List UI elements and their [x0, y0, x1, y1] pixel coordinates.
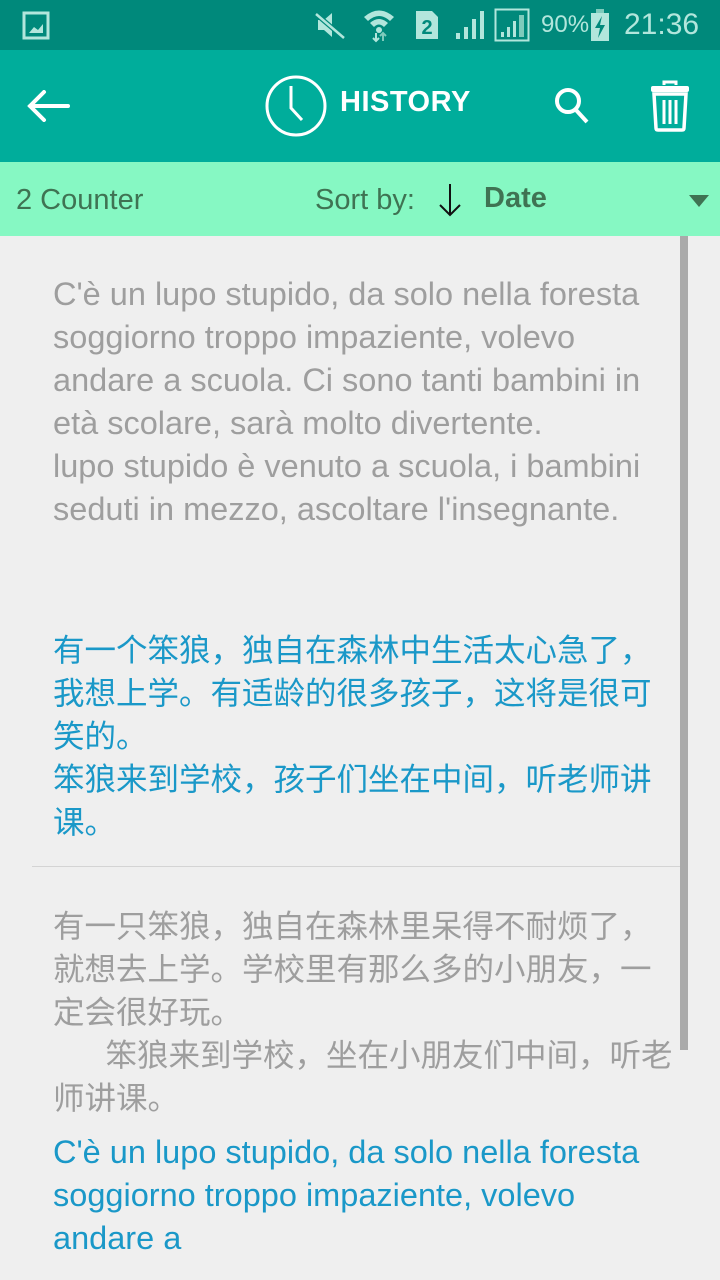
signal-icon — [454, 0, 488, 50]
triangle-down-icon — [689, 195, 709, 207]
signal-icon-2 — [494, 0, 530, 50]
gallery-icon — [22, 0, 50, 50]
page-title: HISTORY — [340, 86, 471, 118]
source-text: C'è un lupo stupido, da solo nella fores… — [53, 276, 641, 527]
sort-value: Date — [484, 182, 547, 214]
scrollbar[interactable] — [680, 236, 688, 1050]
history-item[interactable]: C'è un lupo stupido, da solo nella fores… — [0, 236, 688, 867]
battery-charging-icon — [590, 0, 610, 50]
svg-text:2: 2 — [421, 17, 432, 39]
back-button[interactable] — [20, 78, 76, 134]
source-text: 有一只笨狼，独自在森林里呆得不耐烦了，就想去上学。学校里有那么多的小朋友，一定会… — [53, 908, 673, 1116]
search-button[interactable] — [546, 78, 598, 134]
delete-button[interactable] — [642, 76, 698, 136]
sort-direction-button[interactable] — [436, 182, 464, 223]
history-list[interactable]: C'è un lupo stupido, da solo nella fores… — [0, 236, 720, 1280]
sort-label: Sort by: — [315, 184, 415, 216]
mute-icon — [314, 0, 346, 50]
clock-icon — [264, 74, 328, 138]
sort-bar: 2 Counter Sort by: Date — [0, 162, 720, 236]
trash-icon — [651, 80, 689, 132]
translation-text: 有一个笨狼，独自在森林中生活太心急了，我想上学。有适龄的很多孩子，这将是很可笑的… — [53, 632, 652, 840]
arrow-down-icon — [439, 184, 461, 217]
sort-dropdown[interactable]: Date — [480, 162, 720, 236]
sim-icon: 2 — [414, 0, 440, 50]
history-item[interactable]: 有一只笨狼，独自在森林里呆得不耐烦了，就想去上学。学校里有那么多的小朋友，一定会… — [0, 867, 688, 1280]
arrow-left-icon — [27, 90, 70, 122]
clock-time: 21:36 — [624, 8, 700, 41]
translation-text: C'è un lupo stupido, da solo nella fores… — [53, 1134, 649, 1256]
status-bar: 2 90% 21:36 — [0, 0, 720, 50]
app-bar: HISTORY — [0, 50, 720, 162]
search-icon — [555, 88, 589, 124]
wifi-icon — [362, 0, 396, 50]
battery-percent: 90% — [541, 11, 590, 38]
history-counter: 2 Counter — [16, 184, 144, 216]
